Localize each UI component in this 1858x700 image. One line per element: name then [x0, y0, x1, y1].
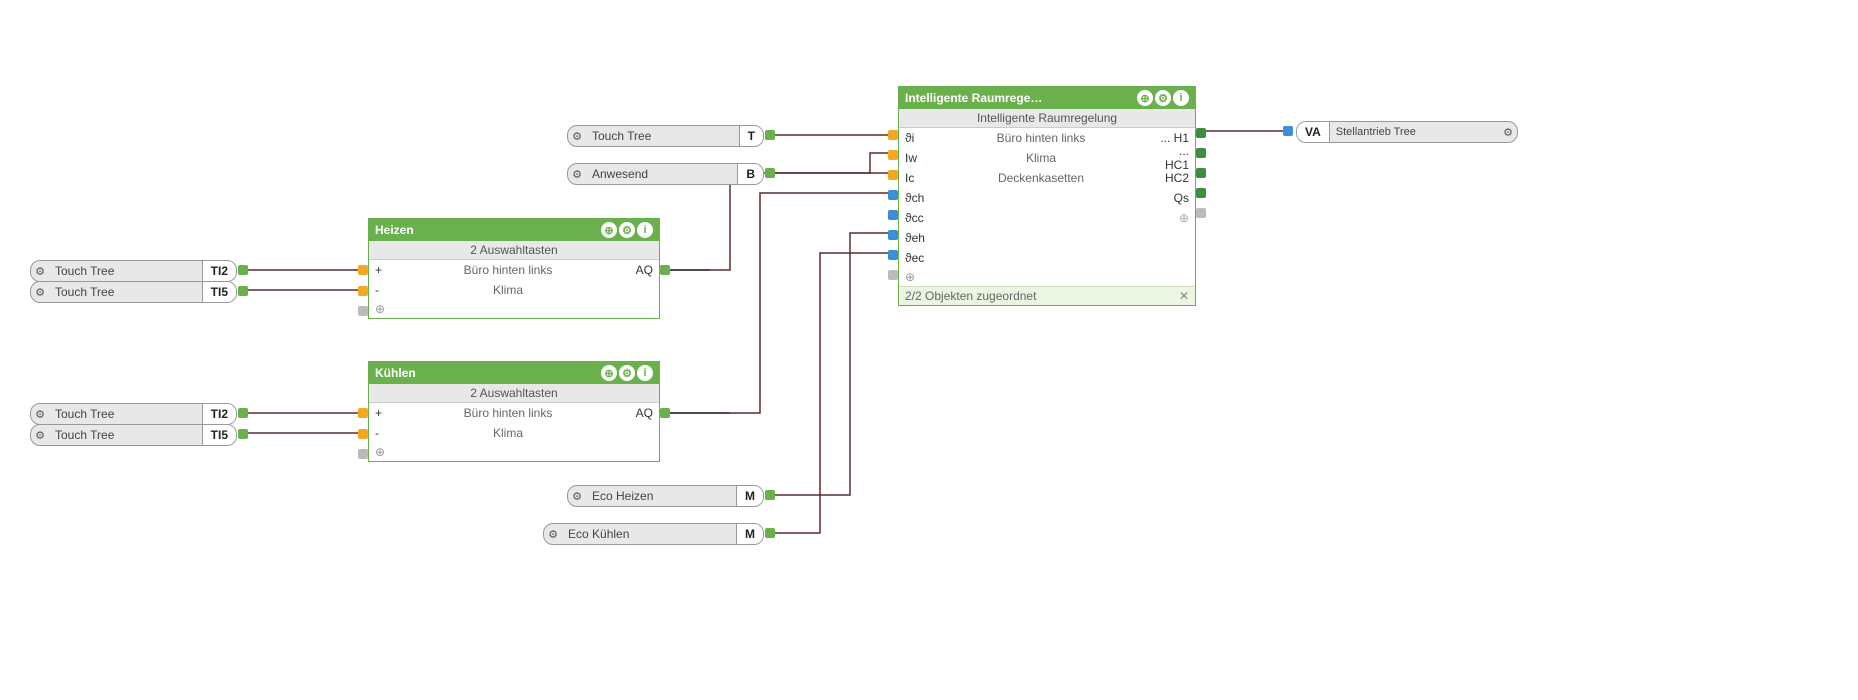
- port-in[interactable]: [888, 150, 898, 160]
- block-title: Kühlen: [375, 366, 416, 380]
- port-out-hc2[interactable]: [1196, 168, 1206, 178]
- block-title: Heizen: [375, 223, 414, 237]
- input-heizen-ti5[interactable]: ⚙ Touch Tree TI5: [30, 281, 237, 303]
- port-out[interactable]: [765, 528, 775, 538]
- block-title: Intelligente Raumrege…: [905, 91, 1042, 105]
- block-header[interactable]: Heizen ⊕ ⚙ i: [369, 219, 659, 241]
- block-footer[interactable]: 2/2 Objekten zugeordnet ✕: [899, 286, 1195, 305]
- gear-icon: ⚙: [31, 265, 49, 278]
- gear-icon: ⚙: [568, 168, 586, 181]
- gear-icon[interactable]: ⚙: [619, 222, 635, 238]
- port-out-qs[interactable]: [1196, 188, 1206, 198]
- port-out-aq[interactable]: [660, 408, 670, 418]
- output-tag: VA: [1297, 122, 1330, 142]
- port-in[interactable]: [888, 190, 898, 200]
- port-in[interactable]: [358, 265, 368, 275]
- block-subtitle: Intelligente Raumregelung: [899, 109, 1195, 128]
- gear-icon: ⚙: [544, 528, 562, 541]
- gear-icon: ⚙: [31, 286, 49, 299]
- input-anwesend[interactable]: ⚙ Anwesend B: [567, 163, 764, 185]
- port-in[interactable]: [888, 250, 898, 260]
- port-out[interactable]: [238, 408, 248, 418]
- port-in[interactable]: [358, 408, 368, 418]
- gear-icon: ⚙: [31, 408, 49, 421]
- input-heizen-ti2[interactable]: ⚙ Touch Tree TI2: [30, 260, 237, 282]
- port-out[interactable]: [765, 130, 775, 140]
- port-out-h1[interactable]: [1196, 128, 1206, 138]
- add-icon[interactable]: ⊕: [601, 222, 617, 238]
- input-touch-t[interactable]: ⚙ Touch Tree T: [567, 125, 764, 147]
- gear-icon: ⚙: [31, 429, 49, 442]
- port-in[interactable]: [358, 429, 368, 439]
- port-in[interactable]: [888, 170, 898, 180]
- block-room[interactable]: Intelligente Raumrege… ⊕ ⚙ i Intelligent…: [898, 86, 1196, 306]
- info-icon[interactable]: i: [1173, 90, 1189, 106]
- gear-icon[interactable]: ⚙: [1155, 90, 1171, 106]
- port-out-add[interactable]: [1196, 208, 1206, 218]
- add-row[interactable]: ⊕: [369, 300, 659, 318]
- input-kuehlen-ti2[interactable]: ⚙ Touch Tree TI2: [30, 403, 237, 425]
- port-out[interactable]: [765, 168, 775, 178]
- add-output-icon[interactable]: ⊕: [1153, 211, 1189, 225]
- port-out[interactable]: [238, 429, 248, 439]
- add-row[interactable]: ⊕: [369, 443, 659, 461]
- port-out-aq[interactable]: [660, 265, 670, 275]
- block-kuehlen[interactable]: Kühlen ⊕ ⚙ i 2 Auswahltasten +Büro hinte…: [368, 361, 660, 462]
- port-in[interactable]: [888, 130, 898, 140]
- port-out[interactable]: [238, 265, 248, 275]
- gear-icon: ⚙: [568, 490, 586, 503]
- add-icon[interactable]: ⊕: [1137, 90, 1153, 106]
- port-in-output[interactable]: [1283, 126, 1293, 136]
- port-in[interactable]: [358, 306, 368, 316]
- output-stellantrieb[interactable]: VA Stellantrieb Tree ⚙: [1296, 121, 1518, 143]
- input-kuehlen-ti5[interactable]: ⚙ Touch Tree TI5: [30, 424, 237, 446]
- gear-icon: ⚙: [1499, 126, 1517, 139]
- block-subtitle: 2 Auswahltasten: [369, 241, 659, 260]
- port-in[interactable]: [888, 270, 898, 280]
- gear-icon[interactable]: ⚙: [619, 365, 635, 381]
- add-row[interactable]: ⊕: [899, 268, 1195, 286]
- output-label: Stellantrieb Tree: [1330, 126, 1499, 138]
- block-header[interactable]: Kühlen ⊕ ⚙ i: [369, 362, 659, 384]
- port-out[interactable]: [238, 286, 248, 296]
- block-heizen[interactable]: Heizen ⊕ ⚙ i 2 Auswahltasten +Büro hinte…: [368, 218, 660, 319]
- block-header[interactable]: Intelligente Raumrege… ⊕ ⚙ i: [899, 87, 1195, 109]
- info-icon[interactable]: i: [637, 365, 653, 381]
- port-in[interactable]: [888, 210, 898, 220]
- block-subtitle: 2 Auswahltasten: [369, 384, 659, 403]
- port-out[interactable]: [765, 490, 775, 500]
- input-eco-kuehlen[interactable]: ⚙ Eco Kühlen M: [543, 523, 764, 545]
- add-icon[interactable]: ⊕: [601, 365, 617, 381]
- port-in[interactable]: [358, 449, 368, 459]
- info-icon[interactable]: i: [637, 222, 653, 238]
- port-in[interactable]: [888, 230, 898, 240]
- port-out-hc1[interactable]: [1196, 148, 1206, 158]
- footer-action-icon[interactable]: ✕: [1179, 289, 1189, 303]
- gear-icon: ⚙: [568, 130, 586, 143]
- port-in[interactable]: [358, 286, 368, 296]
- input-eco-heizen[interactable]: ⚙ Eco Heizen M: [567, 485, 764, 507]
